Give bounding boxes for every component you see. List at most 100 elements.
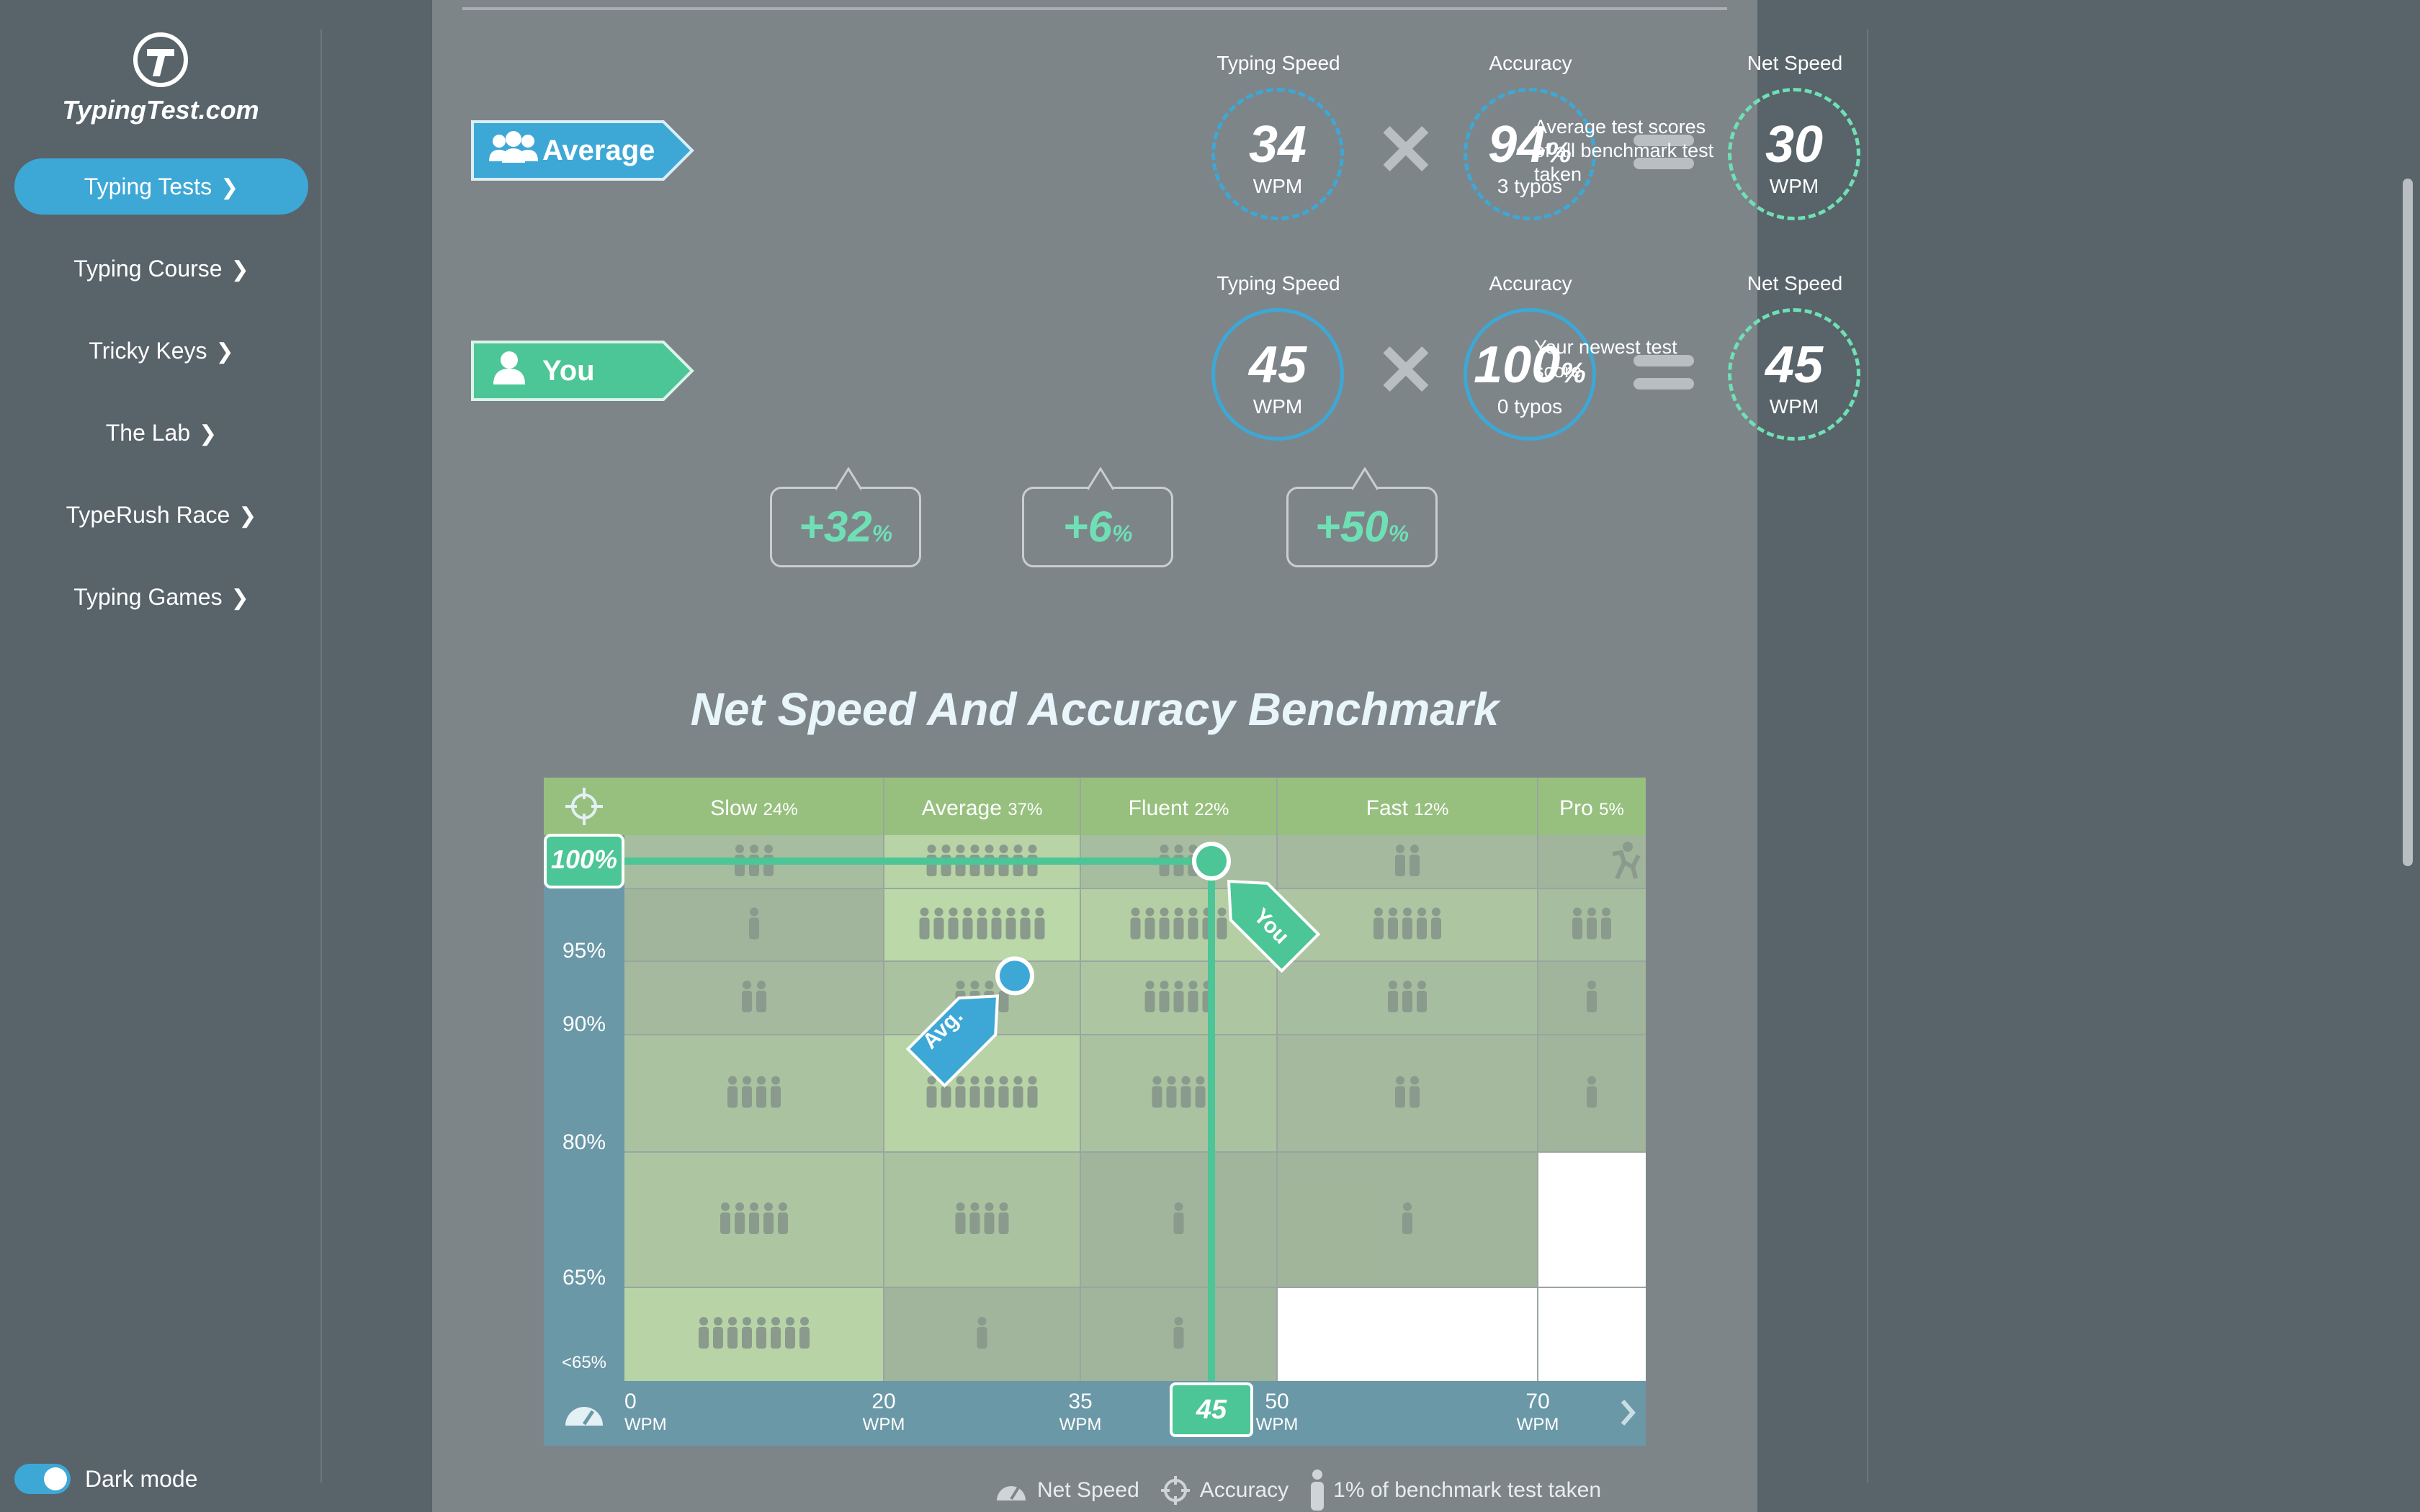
people-group — [1572, 907, 1611, 940]
main-panel: Average Typing Speed 34 WPM ✕ Accuracy 9… — [432, 0, 1860, 1512]
you-net-title: Net Speed — [1747, 272, 1843, 294]
x-tick-label: 50 — [1265, 1390, 1289, 1413]
cell-bg — [1277, 835, 1538, 888]
column-header-slow: Slow 24% — [710, 796, 797, 820]
y-tick-label: 90% — [563, 1012, 606, 1036]
cell-bg — [624, 1287, 884, 1381]
dark-mode-switch[interactable] — [14, 1464, 71, 1494]
average-note: Average test scores of all benchmark tes… — [1534, 116, 1714, 185]
legend-accuracy: Accuracy — [1199, 1478, 1289, 1502]
chevron-right-icon: ❯ — [230, 586, 249, 610]
y-tick-label: <65% — [562, 1353, 606, 1372]
legend-people: 1% of benchmark test taken — [1333, 1478, 1602, 1502]
people-group — [1402, 1202, 1412, 1234]
you-row-label: You — [470, 340, 695, 402]
people-group — [1587, 1076, 1597, 1108]
you-net-value: 45 — [1765, 336, 1824, 394]
x-tick-label: 0 — [624, 1390, 637, 1413]
column-header-fluent: Fluent 22% — [1129, 796, 1229, 820]
people-group — [1173, 1317, 1184, 1349]
dark-mode-label: Dark mode — [85, 1465, 198, 1492]
x-tick-label: 20 — [871, 1390, 895, 1413]
average-speed-value: 34 — [1248, 116, 1307, 174]
sidebar: TypingTest.com Typing Tests ❯ Typing Cours… — [0, 0, 321, 1512]
logo[interactable]: TypingTest.com — [0, 32, 321, 125]
people-group — [919, 907, 1045, 940]
sidebar-item-the-lab[interactable]: The Lab ❯ — [14, 405, 308, 461]
chart-legend: Net Speed Accuracy 1% of benchmark test … — [994, 1469, 1605, 1512]
sidebar-item-typing-course[interactable]: Typing Course ❯ — [14, 240, 308, 297]
y-tick-label: 100% — [551, 845, 617, 874]
you-net-unit: WPM — [1769, 395, 1819, 418]
average-row-label: Average — [470, 120, 695, 181]
you-accuracy-typos: 0 typos — [1497, 395, 1563, 418]
chevron-right-icon: ❯ — [199, 422, 218, 446]
y-tick-label: 80% — [563, 1130, 606, 1154]
person-icon — [1311, 1470, 1325, 1511]
multiply-icon: ✕ — [1376, 110, 1436, 191]
chevron-right-icon: ❯ — [230, 258, 249, 282]
legend-net-speed: Net Speed — [1037, 1478, 1139, 1502]
net-diff-bubble: +50% — [1286, 467, 1438, 567]
you-net-circle: 45 WPM — [1728, 308, 1860, 441]
chevron-right-icon: ❯ — [220, 176, 239, 199]
column-header-fast: Fast 12% — [1366, 796, 1449, 820]
accuracy-diff-bubble: +6% — [1022, 467, 1173, 567]
sidebar-item-typerush-race[interactable]: TypeRush Race ❯ — [14, 487, 308, 543]
cell-bg — [1277, 1287, 1538, 1381]
accuracy-diff-value: +6 — [1062, 503, 1112, 551]
cell-bg — [1080, 1035, 1277, 1152]
logo-icon — [133, 32, 189, 88]
y-tick-label: 95% — [563, 939, 606, 963]
divider — [462, 7, 1727, 10]
avg-marker — [995, 956, 1034, 996]
people-group — [1173, 1202, 1184, 1234]
x-tick-unit: WPM — [624, 1415, 667, 1434]
benchmark-title: Net Speed And Accuracy Benchmark — [690, 683, 1500, 735]
sidebar-item-tricky-keys[interactable]: Tricky Keys ❯ — [14, 323, 308, 379]
average-net-unit: WPM — [1769, 175, 1819, 197]
multiply-icon: ✕ — [1376, 330, 1436, 411]
chevron-right-icon: ❯ — [215, 340, 234, 364]
cell-bg — [884, 1152, 1080, 1287]
sidebar-item-label: Typing Games — [73, 584, 223, 610]
logo-text: TypingTest.com — [62, 95, 259, 125]
sidebar-item-typing-games[interactable]: Typing Games ❯ — [14, 569, 308, 625]
scrollbar[interactable] — [2403, 179, 2413, 866]
crosshair-icon — [1160, 1476, 1190, 1505]
benchmark-chart: Slow 24% Average 37% Fluent 22% Fast 12% Pro… — [544, 778, 1646, 1446]
cell-bg — [1277, 1035, 1538, 1152]
people-group — [1587, 981, 1597, 1012]
sidebar-item-label: Typing Tests — [84, 174, 212, 199]
cell-bg — [1538, 1287, 1646, 1381]
x-tick-unit: WPM — [1517, 1415, 1559, 1434]
average-label: Average — [542, 135, 655, 166]
cell-bg — [1538, 1152, 1646, 1287]
sidebar-item-typing-tests[interactable]: Typing Tests ❯ — [14, 158, 308, 215]
you-label: You — [542, 355, 595, 387]
sidebar-item-label: Typing Course — [73, 256, 223, 282]
you-speed-circle: 45 WPM — [1211, 308, 1344, 441]
average-speed-title: Typing Speed — [1216, 52, 1340, 74]
x-axis-band — [544, 1381, 1646, 1446]
average-net-circle: 30 WPM — [1728, 88, 1860, 220]
header-band — [544, 778, 1646, 835]
you-note: Your newest test score — [1534, 336, 1677, 382]
sidebar-item-label: TypeRush Race — [66, 502, 230, 528]
people-group — [1388, 981, 1427, 1012]
column-header-average: Average 37% — [922, 796, 1043, 820]
dark-mode-toggle[interactable]: Dark mode — [14, 1464, 198, 1494]
net-diff-value: +50 — [1314, 503, 1389, 551]
x-tick-label: 70 — [1525, 1390, 1549, 1413]
y-tick-label: 65% — [563, 1266, 606, 1290]
cell-bg — [624, 1035, 884, 1152]
x-tick-unit: WPM — [1059, 1415, 1102, 1434]
sidebar-item-label: Tricky Keys — [89, 338, 207, 364]
people-group — [749, 907, 759, 940]
you-speed-axis-label: 45 — [1196, 1395, 1227, 1425]
you-speed-value: 45 — [1248, 336, 1307, 394]
average-speed-circle: 34 WPM — [1211, 88, 1344, 220]
you-marker — [1192, 842, 1231, 881]
speedometer-icon — [997, 1486, 1026, 1500]
x-tick-unit: WPM — [1256, 1415, 1299, 1434]
